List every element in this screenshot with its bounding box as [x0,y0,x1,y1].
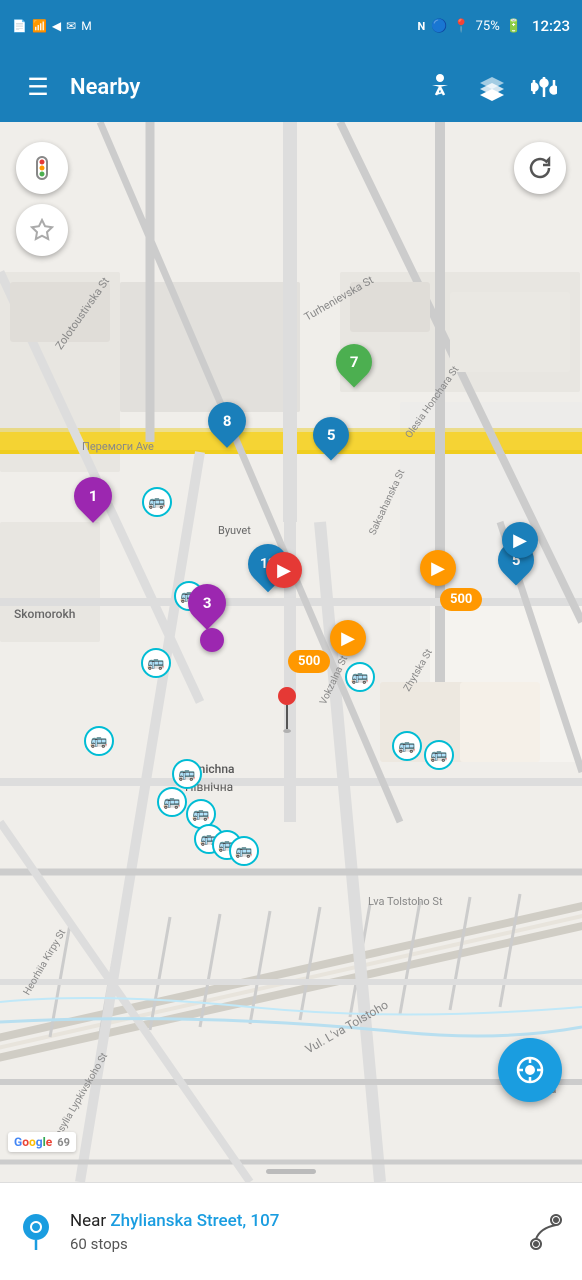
google-logo: Google 69 [8,1132,76,1152]
bus-stop-9[interactable]: 🚌 [157,787,187,817]
filter-icon [531,73,557,101]
map-area[interactable]: Zolotoustivska St Turhenievska St Olesia… [0,122,582,1182]
nav-bar: ☰ Nearby [0,52,582,122]
route-icon [530,1214,562,1250]
marker-arrow-orange-1[interactable]: ▶ [420,550,456,586]
wifi-icon: 📶 [32,19,47,33]
favorites-button[interactable] [16,204,68,256]
battery-icon: 🔋 [506,19,522,34]
traffic-icon [28,154,56,182]
marker-cluster-5-upper[interactable]: 5 [313,417,349,453]
marker-cluster-7[interactable]: 7 [336,344,372,380]
time-display: 12:23 [532,17,570,35]
star-icon [30,218,54,242]
marker-cluster-1[interactable]: 1 [74,477,112,515]
street-info: Near Zhylianska Street, 107 [70,1211,512,1231]
bus-stop-1[interactable]: 🚌 [142,487,172,517]
location-pin-icon [20,1212,52,1252]
location-target-icon [515,1055,545,1085]
bus-stop-3[interactable]: 🚌 [141,648,171,678]
layers-icon [478,73,506,101]
location-pin-container [16,1212,56,1252]
marker-arrow-red[interactable]: ▶ [266,552,302,588]
marker-arrow-orange-2[interactable]: ▶ [330,620,366,656]
bus-stop-6[interactable]: 🚌 [392,731,422,761]
bottom-bar: Near Zhylianska Street, 107 60 stops [0,1182,582,1280]
filter-button[interactable] [520,63,568,111]
badge-500-right[interactable]: 500 [440,588,482,611]
marker-cluster-8[interactable]: 8 [208,402,246,440]
bus-stop-7[interactable]: 🚌 [424,740,454,770]
menu-button[interactable]: ☰ [14,73,62,101]
status-bar: 📄 📶 ◀ ✉ M N 🔵 📍 75% 🔋 12:23 [0,0,582,52]
msg-icon: ✉ [66,19,76,33]
pin-line [286,705,288,729]
street-name: Zhylianska Street, 107 [110,1211,279,1231]
layers-button[interactable] [468,63,516,111]
accessibility-icon [427,73,453,101]
gmail-icon: M [81,19,91,33]
traffic-button[interactable] [16,142,68,194]
refresh-button[interactable] [514,142,566,194]
route-action-button[interactable] [526,1214,566,1250]
pin-head [278,687,296,705]
marker-arrow-blue-right[interactable]: ▶ [502,522,538,558]
nfc-icon: N [417,20,425,33]
accessibility-button[interactable] [416,63,464,111]
my-location-button[interactable] [498,1038,562,1102]
badge-500-lower[interactable]: 500 [288,650,330,673]
pin-marker [278,687,296,733]
nav-action-icons [416,63,568,111]
bus-stop-13[interactable]: 🚌 [229,836,259,866]
battery-percent: 75% [476,19,500,34]
stops-count: 60 stops [70,1235,512,1253]
marker-purple-dot[interactable] [200,628,224,652]
pin-base [283,729,291,733]
marker-cluster-3[interactable]: 3 [188,584,226,622]
map-controls [16,142,68,256]
page-title: Nearby [62,75,416,100]
file-icon: 📄 [12,19,27,33]
scroll-indicator [266,1169,316,1174]
bus-stop-8[interactable]: 🚌 [172,759,202,789]
bus-stop-5[interactable]: 🚌 [84,726,114,756]
google-attribution-count: 69 [57,1136,70,1149]
nav-icon: ◀ [52,19,61,33]
street-prefix: Near [70,1211,106,1231]
gps-icon: 📍 [453,19,469,34]
status-icons: 📄 📶 ◀ ✉ M [12,19,92,33]
bottom-info: Near Zhylianska Street, 107 60 stops [70,1211,512,1253]
bluetooth-icon: 🔵 [431,19,447,34]
refresh-icon [527,155,553,181]
bus-stop-4[interactable]: 🚌 [345,662,375,692]
